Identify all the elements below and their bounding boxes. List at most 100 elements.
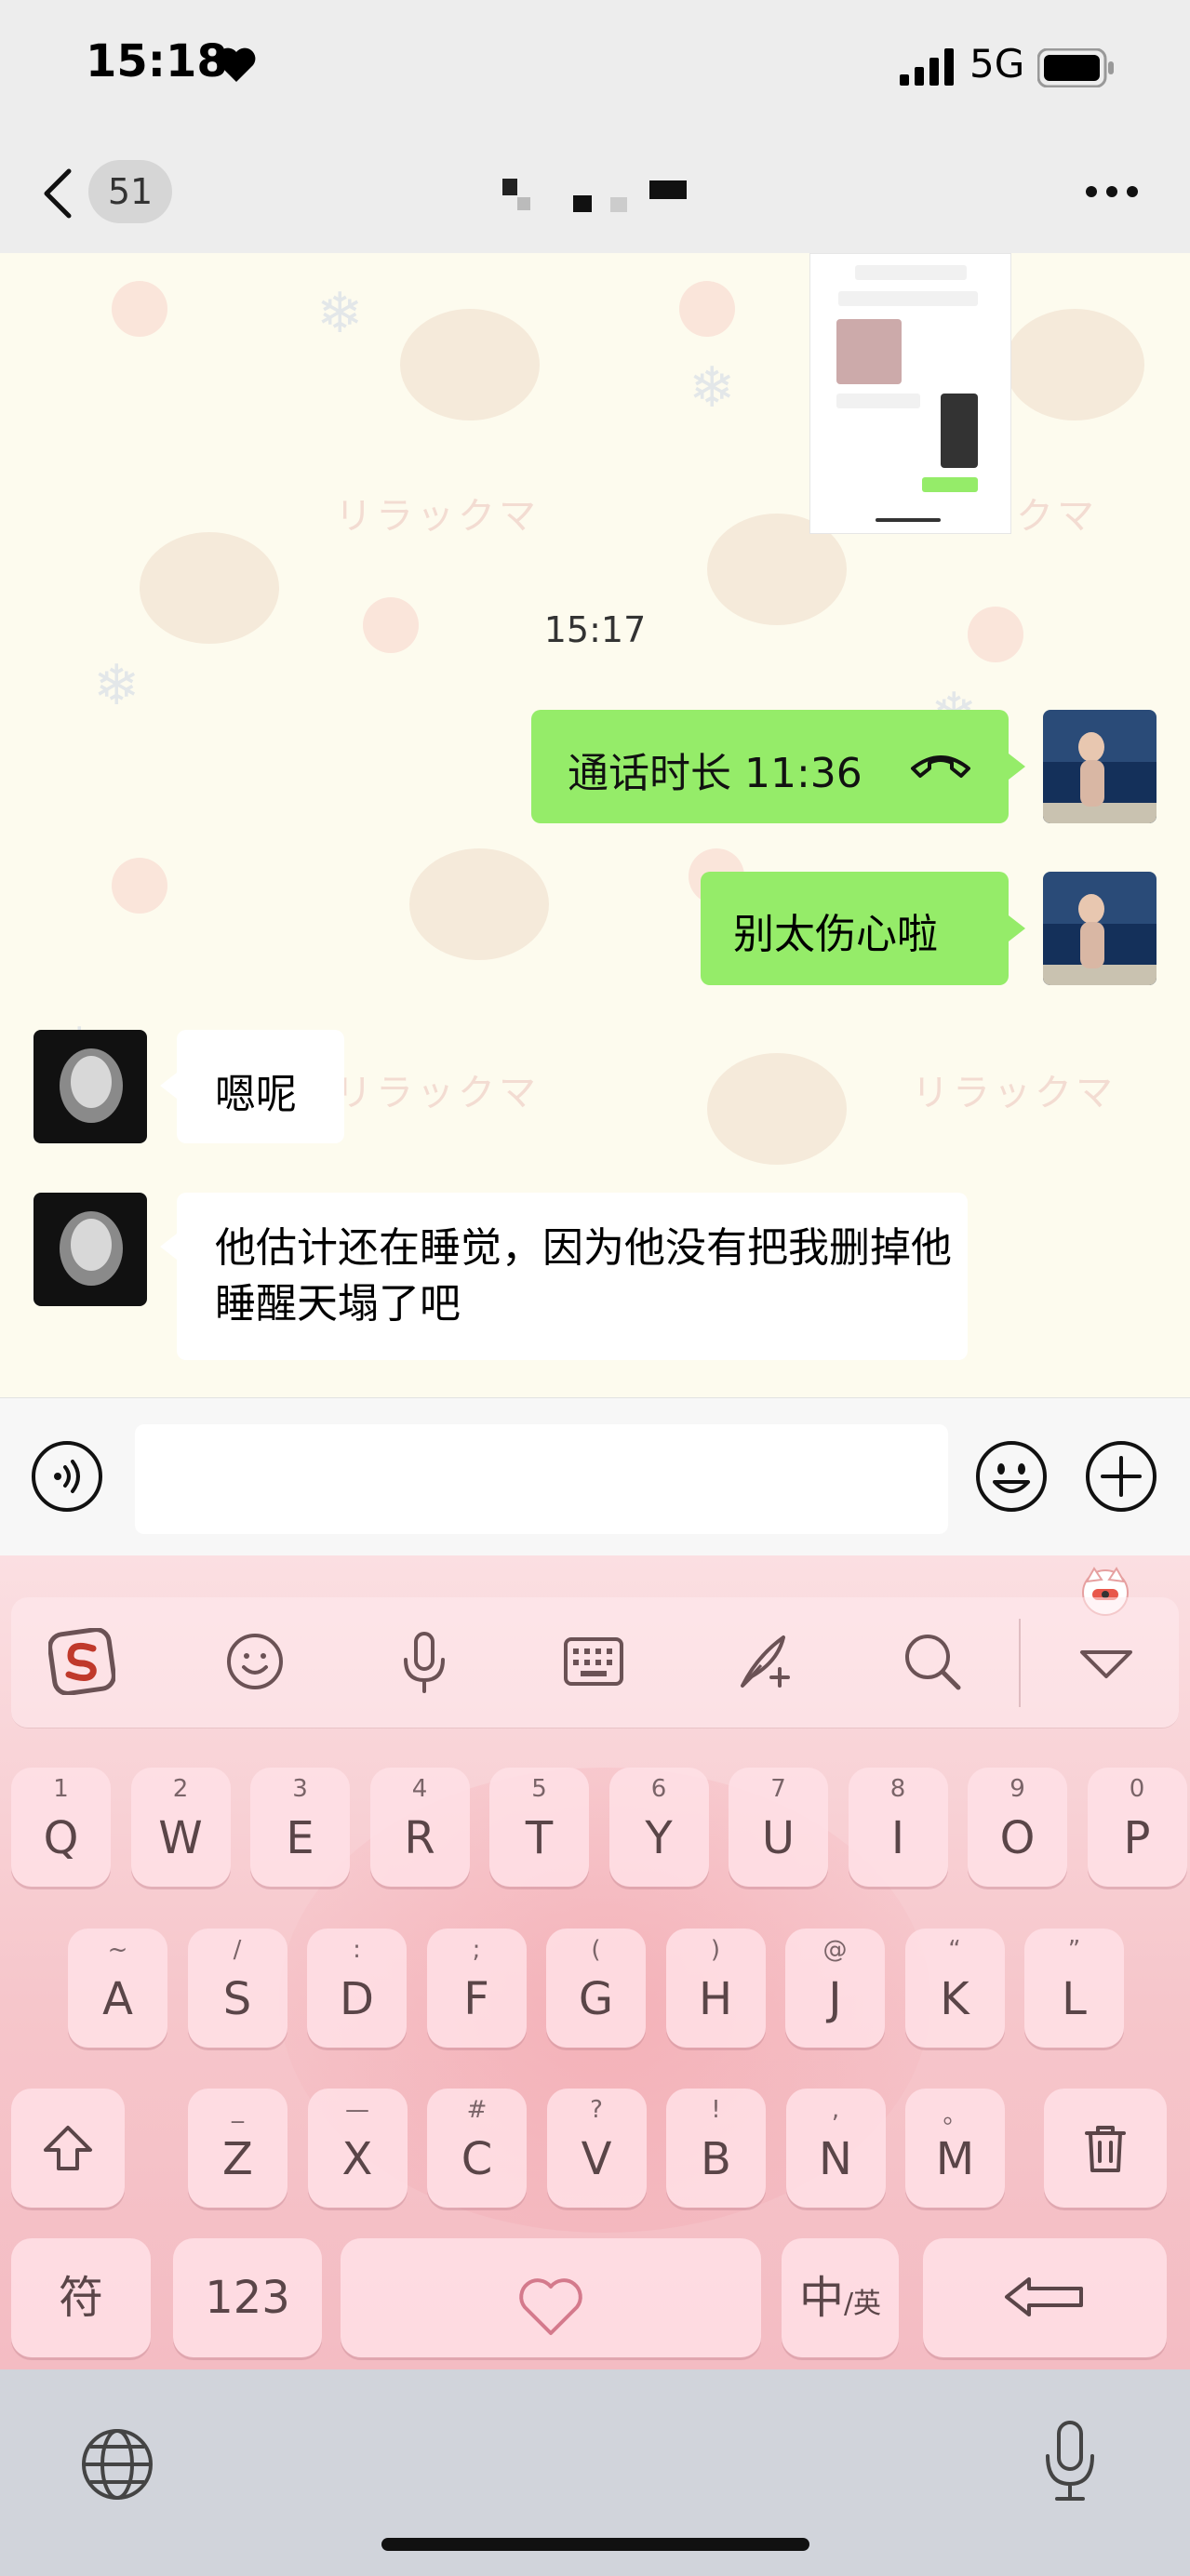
key-y[interactable]: 6Y — [608, 1768, 709, 1887]
chat-title-redacted — [484, 175, 707, 221]
delete-key[interactable] — [1044, 2089, 1167, 2208]
shared-screenshot-image[interactable] — [809, 253, 1011, 534]
key-d[interactable]: :D — [307, 1929, 407, 2048]
key-secondary-label: # — [466, 2096, 488, 2124]
key-secondary-label: “ — [948, 1936, 961, 1964]
signal-icon — [900, 48, 959, 89]
key-secondary-label: 4 — [411, 1775, 428, 1803]
my-avatar[interactable] — [1043, 710, 1157, 823]
key-label: J — [828, 1973, 842, 2025]
key-f[interactable]: ; F — [426, 1929, 527, 2048]
key-secondary-label: 9 — [1009, 1775, 1025, 1803]
number-key[interactable]: 123 — [173, 2238, 322, 2357]
keyboard-icon[interactable] — [560, 1628, 627, 1695]
received-message-text: 嗯呢 — [215, 1071, 297, 1118]
key-s[interactable]: / S — [187, 1929, 287, 2048]
key-secondary-label: @ — [822, 1936, 848, 1964]
collapse-keyboard-icon[interactable] — [1073, 1628, 1140, 1695]
key-label: K — [940, 1973, 969, 2025]
language-switch-key[interactable]: 中/英 — [782, 2238, 899, 2357]
handwriting-icon[interactable] — [729, 1628, 796, 1695]
globe-icon[interactable] — [79, 2426, 155, 2506]
unread-count-badge[interactable]: 51 — [88, 160, 172, 223]
toolbar-divider — [1019, 1619, 1021, 1707]
key-label: M — [935, 2133, 975, 2185]
emoji-keyboard-icon[interactable] — [221, 1628, 288, 1695]
back-icon[interactable] — [39, 166, 76, 225]
key-c[interactable]: # C — [427, 2089, 527, 2208]
key-q[interactable]: 1Q — [11, 1768, 111, 1887]
more-functions-plus-button[interactable] — [1084, 1439, 1158, 1517]
key-r[interactable]: 4R — [369, 1768, 470, 1887]
key-label: C — [461, 2133, 493, 2185]
space-key[interactable] — [341, 2238, 761, 2357]
key-g[interactable]: (G — [546, 1929, 646, 2048]
key-secondary-label: ) — [710, 1936, 721, 1964]
key-secondary-label: / — [233, 1936, 242, 1964]
home-indicator[interactable] — [381, 2538, 809, 2551]
bear-decoration — [400, 309, 540, 420]
shift-key[interactable] — [11, 2089, 125, 2208]
key-i[interactable]: 8I — [848, 1768, 948, 1887]
key-w[interactable]: 2W — [130, 1768, 231, 1887]
dictation-microphone-icon[interactable] — [1042, 2419, 1098, 2506]
key-n[interactable]: ,N — [785, 2089, 886, 2208]
key-e[interactable]: 3E — [250, 1768, 350, 1887]
key-u[interactable]: 7U — [729, 1768, 828, 1887]
key-label: V — [581, 2133, 612, 2185]
battery-icon — [1036, 47, 1116, 91]
bubble-tail — [160, 1073, 177, 1099]
key-label: S — [222, 1973, 252, 2025]
key-label: E — [286, 1812, 314, 1864]
key-secondary-label: : — [353, 1936, 361, 1964]
key-label: I — [890, 1812, 905, 1864]
more-options-icon[interactable] — [1084, 184, 1140, 203]
voice-input-button[interactable] — [30, 1439, 104, 1517]
key-x[interactable]: — X — [307, 2089, 408, 2208]
snowflake-decoration: ❄ — [316, 281, 364, 346]
enter-key[interactable] — [923, 2238, 1167, 2357]
status-time: 15:18 — [86, 35, 228, 87]
key-a[interactable]: ~ A — [68, 1929, 167, 2048]
my-avatar[interactable] — [1043, 872, 1157, 985]
key-z[interactable]: _ Z — [188, 2089, 287, 2208]
received-message-text: 他估计还在睡觉，因为他没有把我删掉他睡醒天塌了吧 — [215, 1224, 952, 1328]
search-icon[interactable] — [899, 1628, 966, 1695]
language-key-main: 中 — [798, 2272, 844, 2324]
key-label: Q — [43, 1812, 79, 1864]
key-label: O — [999, 1812, 1036, 1864]
key-secondary-label: ! — [711, 2096, 721, 2124]
key-v[interactable]: ? V — [546, 2089, 647, 2208]
key-h[interactable]: ) H — [665, 1929, 766, 2048]
snowflake-decoration: ❄ — [689, 355, 736, 420]
key-o[interactable]: 9O — [968, 1768, 1067, 1887]
key-label: P — [1123, 1812, 1151, 1864]
flower-decoration — [112, 858, 167, 914]
key-secondary-label: — — [345, 2096, 369, 2124]
key-secondary-label: 8 — [889, 1775, 906, 1803]
key-t[interactable]: 5T — [489, 1768, 589, 1887]
key-secondary-label: , — [831, 2096, 840, 2124]
sogou-logo-icon[interactable] — [47, 1627, 116, 1696]
contact-avatar[interactable] — [33, 1193, 147, 1306]
contact-avatar[interactable] — [33, 1030, 147, 1143]
key-label: R — [404, 1812, 435, 1864]
key-m[interactable]: 。 M — [905, 2089, 1005, 2208]
message-input[interactable] — [135, 1424, 948, 1534]
key-secondary-label: _ — [232, 2096, 244, 2124]
key-p[interactable]: 0P — [1087, 1768, 1187, 1887]
key-label: U — [761, 1812, 796, 1864]
key-l[interactable]: ” L — [1024, 1929, 1124, 2048]
key-label: L — [1062, 1973, 1087, 2025]
key-j[interactable]: @ J — [785, 1929, 885, 2048]
key-secondary-label: 7 — [770, 1775, 786, 1803]
key-k[interactable]: “K — [904, 1929, 1005, 2048]
symbol-key[interactable]: 符 — [11, 2238, 151, 2357]
network-label: 5G — [969, 41, 1025, 87]
key-b[interactable]: ! B — [666, 2089, 766, 2208]
snowflake-decoration: ❄ — [93, 653, 140, 718]
key-secondary-label: ” — [1067, 1936, 1081, 1964]
call-duration-text: 通话时长 11:36 — [568, 750, 862, 797]
microphone-icon[interactable] — [391, 1628, 458, 1695]
emoji-button[interactable] — [974, 1439, 1049, 1517]
